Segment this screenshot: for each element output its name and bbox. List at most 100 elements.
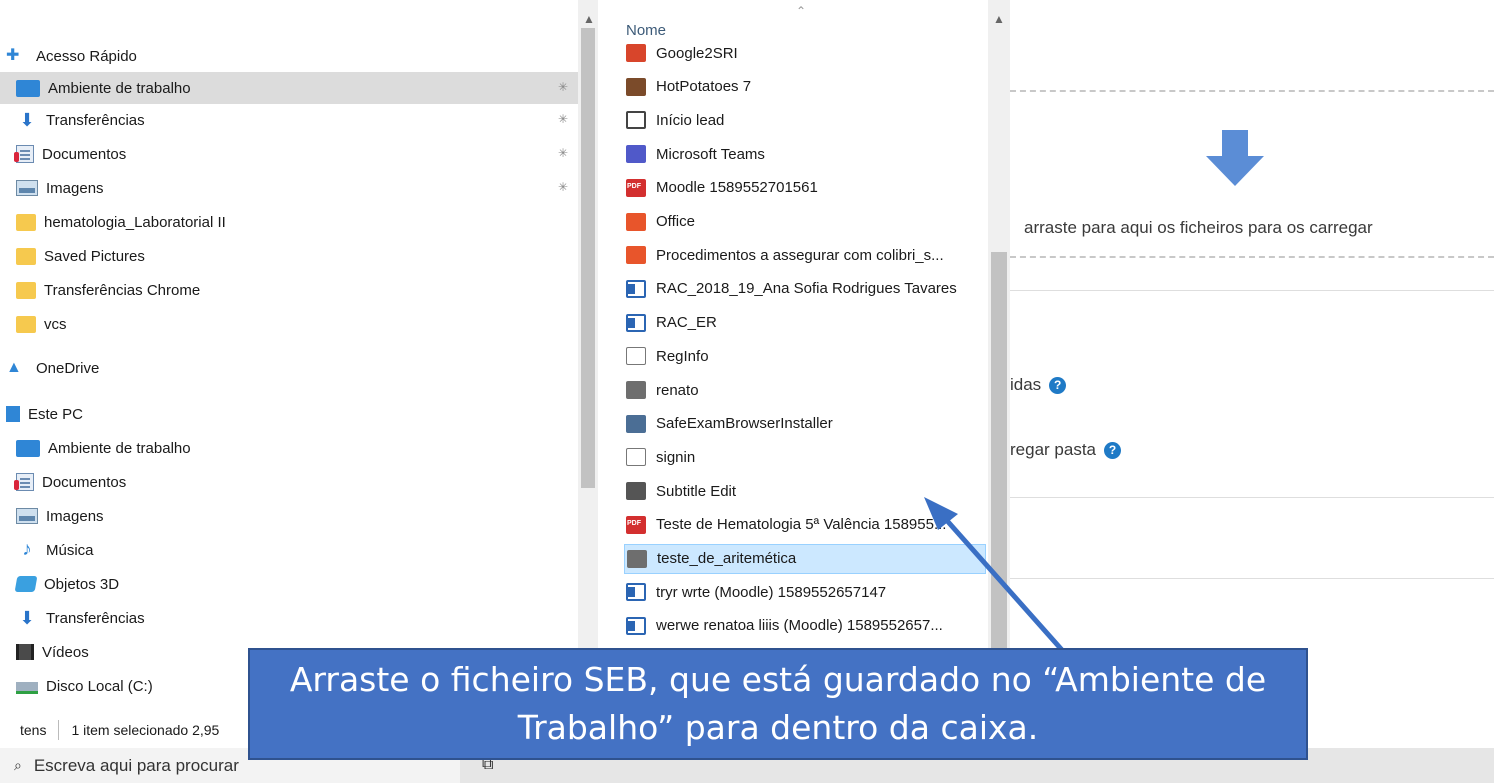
documents-icon — [14, 145, 34, 163]
nav-item-label: Imagens — [46, 507, 104, 525]
nav-item[interactable]: Ambiente de trabalho — [0, 432, 580, 464]
nav-item-label: Saved Pictures — [44, 247, 145, 265]
navigation-scrollbar-thumb[interactable] — [581, 28, 595, 488]
teams-icon — [626, 145, 646, 164]
file-list: ⌃ Nome Google2SRI HotPotatoes 7 Início lea… — [598, 0, 988, 736]
instruction-line-1: Arraste o ficheiro SEB, que está guardad… — [289, 660, 1267, 699]
status-separator — [58, 720, 60, 740]
word-icon — [626, 279, 646, 298]
folder-icon — [16, 315, 36, 333]
file-name: Início lead — [656, 111, 725, 129]
nav-item[interactable]: Transferências Chrome — [0, 274, 580, 306]
nav-item-label: Transferências — [46, 609, 145, 627]
file-row[interactable]: werwe renatoa liiis (Moodle) 1589552657.… — [598, 611, 988, 641]
music-note-icon: ♪ — [22, 539, 32, 560]
file-row[interactable]: HotPotatoes 7 — [598, 72, 988, 102]
file-name: werwe renatoa liiis (Moodle) 1589552657.… — [656, 617, 943, 635]
help-icon[interactable]: ? — [1104, 441, 1121, 459]
search-icon: ⌕ — [14, 757, 22, 773]
pin-icon[interactable]: ✳ — [558, 80, 568, 94]
file-row[interactable]: Microsoft Teams — [598, 139, 988, 169]
instruction-callout: Arraste o ficheiro SEB, que está guardad… — [248, 648, 1308, 760]
word-icon — [626, 616, 646, 635]
file-name: SafeExamBrowserInstaller — [656, 415, 833, 433]
nav-item[interactable]: Este PC — [0, 398, 580, 430]
pin-icon[interactable]: ✳ — [558, 146, 568, 160]
nav-item[interactable]: ⬇ Transferências ✳ — [0, 104, 580, 136]
file-row[interactable]: renato — [598, 375, 988, 405]
help-icon[interactable]: ? — [1049, 376, 1067, 394]
taskbar-search-placeholder: Escreva aqui para procurar — [33, 755, 239, 775]
nav-item[interactable]: Imagens — [0, 500, 580, 532]
3d-objects-icon — [14, 576, 38, 592]
nav-item[interactable]: Objetos 3D — [0, 568, 580, 600]
file-row[interactable]: tryr wrte (Moodle) 1589552657147 — [598, 577, 988, 607]
generic-file-icon — [626, 347, 646, 366]
file-row[interactable]: Procedimentos a assegurar com colibri_s.… — [598, 240, 988, 270]
navigation-scrollbar[interactable]: ▲ — [578, 0, 598, 712]
videos-icon — [16, 644, 34, 660]
nav-item-label: Transferências — [46, 111, 145, 129]
nav-item[interactable]: hematologia_Laboratorial II — [0, 206, 580, 238]
file-row[interactable]: Google2SRI — [598, 38, 988, 68]
divider — [1010, 578, 1494, 579]
file-name: RegInfo — [656, 347, 709, 365]
nav-item-label: Vídeos — [42, 643, 89, 661]
nav-item[interactable]: ⬇ Transferências — [0, 602, 580, 634]
nav-item-label: OneDrive — [36, 359, 100, 377]
desktop-icon — [16, 439, 40, 457]
word-icon — [626, 583, 646, 602]
generic-file-icon — [626, 448, 646, 467]
file-row[interactable]: RAC_2018_19_Ana Sofia Rodrigues Tavares — [598, 274, 988, 304]
file-name: signin — [656, 448, 696, 466]
file-row[interactable]: signin — [598, 442, 988, 472]
nav-item-label: Ambiente de trabalho — [48, 439, 191, 457]
file-row[interactable]: Office — [598, 207, 988, 237]
word-icon — [626, 313, 646, 332]
nav-item[interactable]: Documentos — [0, 466, 580, 498]
nav-item-label: Música — [46, 541, 94, 559]
dropzone-top-border — [1010, 90, 1494, 92]
file-row[interactable]: teste_de_aritemética — [624, 543, 986, 574]
desktop-icon — [16, 79, 40, 97]
nav-item[interactable]: vcs — [0, 308, 580, 340]
file-list-scrollbar-thumb[interactable] — [991, 252, 1007, 712]
documents-icon — [14, 473, 34, 491]
scroll-up-icon[interactable]: ▲ — [993, 12, 1005, 26]
file-row[interactable]: Moodle 1589552701561 — [598, 173, 988, 203]
nav-item[interactable]: ▲ OneDrive — [0, 352, 580, 384]
file-list-scrollbar[interactable]: ▲ — [988, 0, 1010, 712]
file-row[interactable]: Início lead — [598, 105, 988, 135]
divider — [1010, 290, 1494, 291]
upload-option-1: idas ? — [1010, 375, 1067, 395]
subtitle-edit-icon — [626, 482, 646, 501]
nav-item[interactable]: Saved Pictures — [0, 240, 580, 272]
scroll-up-icon[interactable]: ▲ — [583, 12, 595, 26]
file-name: teste_de_aritemética — [657, 550, 797, 567]
this-pc-icon — [6, 406, 20, 422]
nav-item[interactable]: Imagens ✳ — [0, 172, 580, 204]
file-name: RAC_2018_19_Ana Sofia Rodrigues Tavares — [656, 280, 957, 298]
file-row[interactable]: RAC_ER — [598, 308, 988, 338]
navigation-pane: ✚ Acesso Rápido Ambiente de trabalho ✳ ⬇ Tran… — [0, 0, 580, 712]
file-row[interactable]: RegInfo — [598, 341, 988, 371]
nav-item[interactable]: ♪ Música — [0, 534, 580, 566]
powerpoint-icon — [626, 246, 646, 265]
seb-config-icon — [627, 549, 647, 568]
nav-item[interactable]: Documentos ✳ — [0, 138, 580, 170]
divider — [1010, 497, 1494, 498]
nav-item-label: Documentos — [42, 145, 127, 163]
file-row[interactable]: SafeExamBrowserInstaller — [598, 409, 988, 439]
pin-icon[interactable]: ✳ — [558, 180, 568, 194]
nav-item-label: Objetos 3D — [44, 575, 120, 593]
nav-item-label: vcs — [44, 315, 67, 333]
nav-item[interactable]: Ambiente de trabalho ✳ — [0, 72, 580, 104]
column-header-name[interactable]: Nome — [626, 22, 666, 39]
pin-icon[interactable]: ✳ — [558, 112, 568, 126]
red-marker-icon — [14, 480, 19, 490]
file-row[interactable]: Teste de Hematologia 5ª Valência 158955.… — [598, 510, 988, 540]
nav-item[interactable]: ✚ Acesso Rápido — [0, 40, 580, 72]
nav-item-label: Transferências Chrome — [44, 281, 201, 299]
file-row[interactable]: Subtitle Edit — [598, 476, 988, 506]
file-name: Google2SRI — [656, 44, 738, 62]
